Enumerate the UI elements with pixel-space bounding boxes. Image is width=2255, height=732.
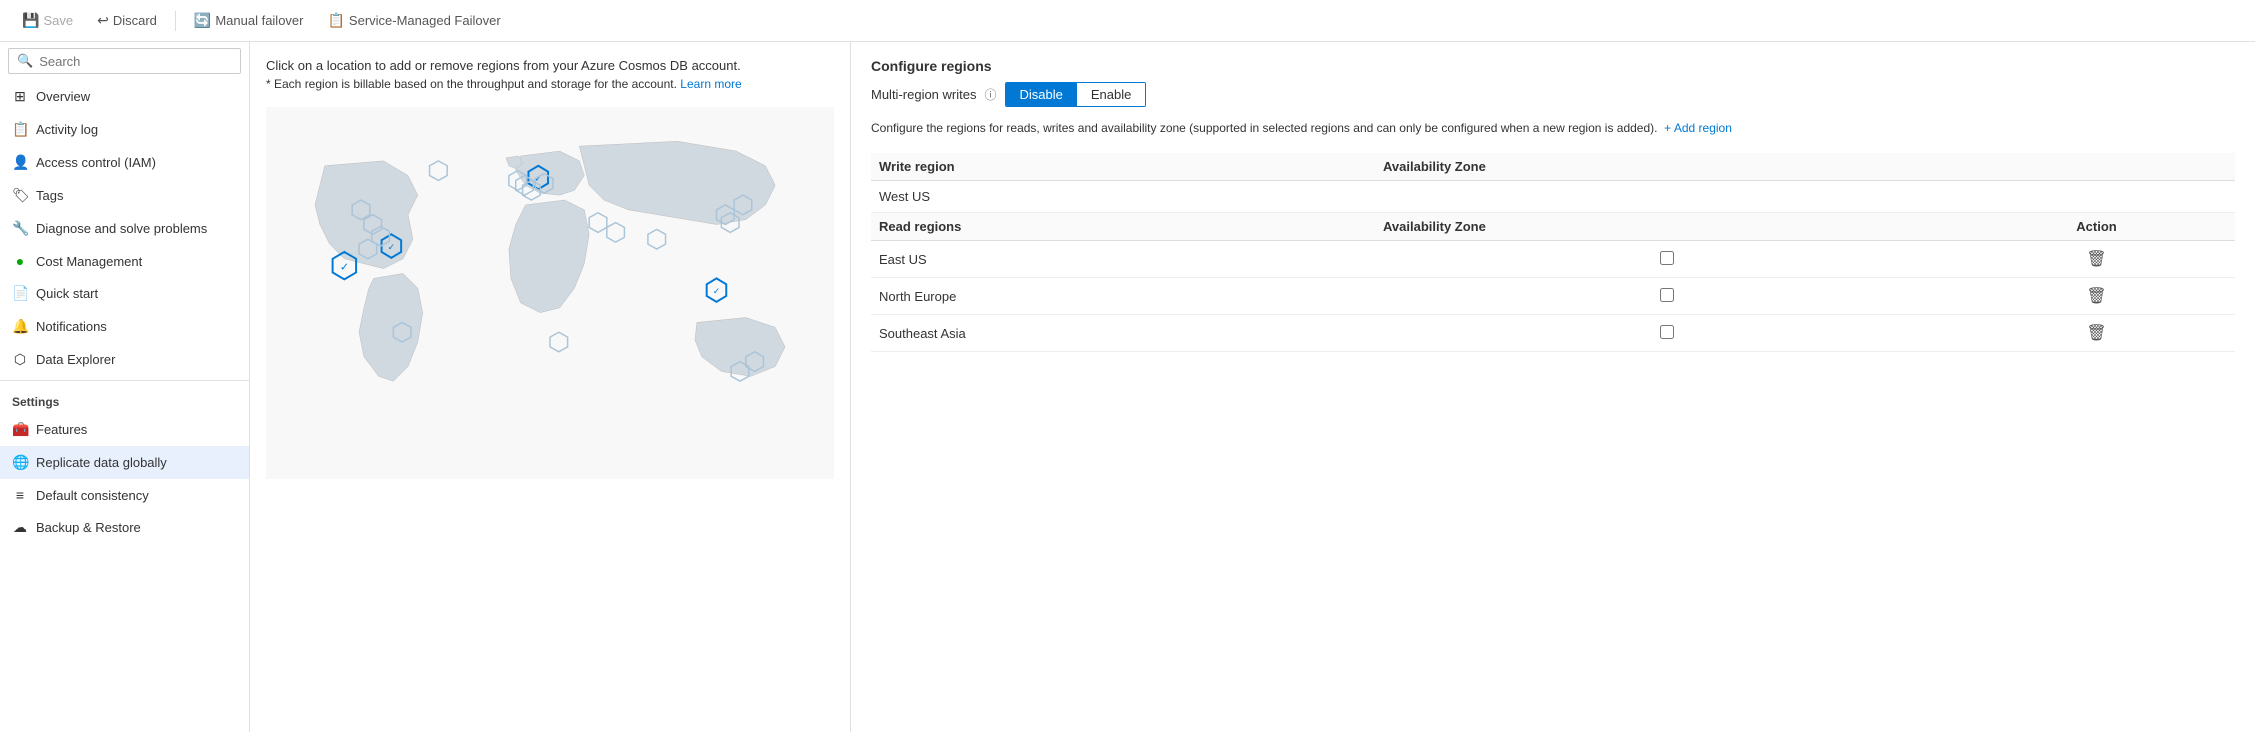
sidebar-item-default-consistency[interactable]: ≡ Default consistency [0, 479, 249, 511]
info-icon[interactable]: ⓘ [984, 86, 996, 103]
learn-more-link[interactable]: Learn more [680, 77, 741, 91]
read-action-col-header: Action [1958, 213, 2235, 241]
north-europe-delete[interactable]: 🗑 [2086, 286, 2106, 306]
sidebar-item-quick-start[interactable]: 📄 Quick start [0, 277, 249, 310]
main-layout: 🔍 ⊞ Overview 📋 Activity log 👤 Access con… [0, 42, 2255, 732]
southeast-asia-action: 🗑 [1958, 315, 2235, 352]
disable-toggle[interactable]: Disable [1006, 83, 1077, 106]
right-panel: Configure regions Multi-region writes ⓘ … [850, 42, 2255, 732]
enable-toggle[interactable]: Enable [1077, 83, 1145, 106]
svg-text:✓: ✓ [713, 286, 720, 296]
west-us-az [1375, 181, 1958, 213]
sidebar-item-replicate[interactable]: 🌐 Replicate data globally [0, 446, 249, 479]
save-icon: 💾 [22, 12, 39, 29]
sidebar-item-notifications[interactable]: 🔔 Notifications [0, 310, 249, 343]
southeast-asia-delete[interactable]: 🗑 [2086, 323, 2106, 343]
map-description: Click on a location to add or remove reg… [266, 58, 834, 73]
table-row: East US 🗑 [871, 241, 2235, 278]
north-europe-region: North Europe [871, 278, 1375, 315]
southeast-asia-az-checkbox[interactable] [1660, 325, 1674, 339]
east-us-region: East US [871, 241, 1375, 278]
settings-header: Settings [0, 385, 249, 413]
svg-text:✓: ✓ [388, 242, 395, 252]
cost-management-icon: ● [12, 253, 28, 269]
west-us-action [1958, 181, 2235, 213]
features-icon: 🧰 [12, 421, 28, 438]
multi-region-label: Multi-region writes [871, 87, 976, 102]
configure-desc: Configure the regions for reads, writes … [871, 119, 2235, 137]
regions-table: Write region Availability Zone West US R… [871, 153, 2235, 352]
southeast-asia-az[interactable] [1375, 315, 1958, 352]
sidebar-item-diagnose[interactable]: 🔧 Diagnose and solve problems [0, 212, 249, 245]
save-button[interactable]: 💾 Save [12, 8, 83, 33]
search-icon: 🔍 [17, 53, 33, 69]
service-managed-icon: 📋 [327, 12, 344, 29]
east-us-az-checkbox[interactable] [1660, 251, 1674, 265]
toolbar-divider [175, 11, 176, 31]
read-region-col-header: Read regions [871, 213, 1375, 241]
consistency-icon: ≡ [12, 487, 28, 503]
replicate-icon: 🌐 [12, 454, 28, 471]
read-az-col-header: Availability Zone [1375, 213, 1958, 241]
activity-log-icon: 📋 [12, 121, 28, 138]
north-europe-az-checkbox[interactable] [1660, 288, 1674, 302]
quick-start-icon: 📄 [12, 285, 28, 302]
manual-failover-button[interactable]: 🔄 Manual failover [184, 8, 314, 33]
access-control-icon: 👤 [12, 154, 28, 171]
multi-region-row: Multi-region writes ⓘ Disable Enable [871, 82, 2235, 107]
map-panel: Click on a location to add or remove reg… [250, 42, 850, 732]
discard-button[interactable]: ↩ Discard [87, 8, 167, 33]
notifications-icon: 🔔 [12, 318, 28, 335]
diagnose-icon: 🔧 [12, 220, 28, 237]
toolbar: 💾 Save ↩ Discard 🔄 Manual failover 📋 Ser… [0, 0, 2255, 42]
map-note: * Each region is billable based on the t… [266, 77, 834, 91]
sidebar-item-access-control[interactable]: 👤 Access control (IAM) [0, 146, 249, 179]
table-row: North Europe 🗑 [871, 278, 2235, 315]
availability-zone-col-header: Availability Zone [1375, 153, 1958, 181]
search-box[interactable]: 🔍 [8, 48, 241, 74]
configure-title: Configure regions [871, 58, 2235, 74]
sidebar-item-data-explorer[interactable]: ⬡ Data Explorer [0, 343, 249, 376]
manual-failover-icon: 🔄 [194, 12, 211, 29]
sidebar-item-cost-management[interactable]: ● Cost Management [0, 245, 249, 277]
overview-icon: ⊞ [12, 88, 28, 105]
sidebar-item-backup-restore[interactable]: ☁ Backup & Restore [0, 511, 249, 544]
sidebar-item-tags[interactable]: 🏷 Tags [0, 179, 249, 212]
east-us-delete[interactable]: 🗑 [2086, 249, 2106, 269]
backup-icon: ☁ [12, 519, 28, 536]
discard-icon: ↩ [97, 12, 109, 29]
content: Click on a location to add or remove reg… [250, 42, 2255, 732]
table-row: West US [871, 181, 2235, 213]
sidebar: 🔍 ⊞ Overview 📋 Activity log 👤 Access con… [0, 42, 250, 732]
east-us-action: 🗑 [1958, 241, 2235, 278]
tags-icon: 🏷 [12, 187, 28, 204]
east-us-az[interactable] [1375, 241, 1958, 278]
service-managed-failover-button[interactable]: 📋 Service-Managed Failover [317, 8, 510, 33]
settings-divider [0, 380, 249, 381]
world-map[interactable]: ✓ ✓ ✓ ✓ [266, 107, 834, 482]
write-region-col-header: Write region [871, 153, 1375, 181]
add-region-link[interactable]: + Add region [1664, 121, 1732, 135]
table-row: Southeast Asia 🗑 [871, 315, 2235, 352]
north-europe-az[interactable] [1375, 278, 1958, 315]
sidebar-item-activity-log[interactable]: 📋 Activity log [0, 113, 249, 146]
sidebar-item-overview[interactable]: ⊞ Overview [0, 80, 249, 113]
action-col-header-write [1958, 153, 2235, 181]
search-input[interactable] [39, 54, 232, 69]
multi-region-toggle: Disable Enable [1005, 82, 1147, 107]
north-europe-action: 🗑 [1958, 278, 2235, 315]
sidebar-item-features[interactable]: 🧰 Features [0, 413, 249, 446]
data-explorer-icon: ⬡ [12, 351, 28, 368]
southeast-asia-region: Southeast Asia [871, 315, 1375, 352]
svg-text:✓: ✓ [340, 262, 349, 274]
west-us-region: West US [871, 181, 1375, 213]
